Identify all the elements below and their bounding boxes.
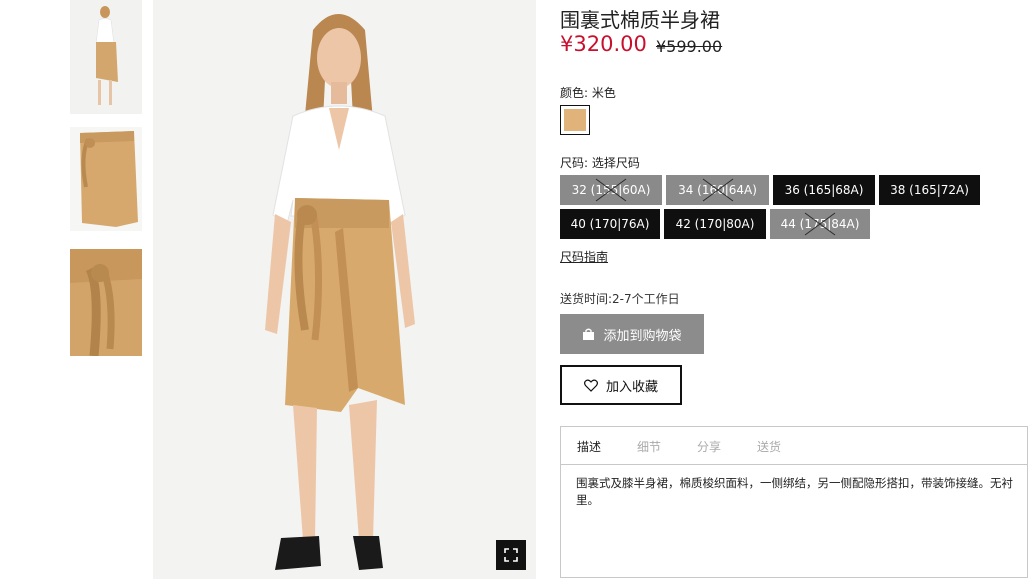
- size-label: 尺码: 选择尺码: [560, 156, 640, 170]
- thumbnail-model[interactable]: [70, 0, 142, 114]
- size-option-38[interactable]: 38 (165|72A): [879, 175, 980, 205]
- tab-bar: 描述 细节 分享 送货: [561, 427, 1027, 465]
- delivery-time: 送货时间:2-7个工作日: [560, 292, 680, 306]
- add-to-favorites-label: 加入收藏: [605, 379, 658, 395]
- fullscreen-button[interactable]: [496, 540, 526, 570]
- size-option-42[interactable]: 42 (170|80A): [664, 209, 766, 239]
- product-description: 围裏式及膝半身裙，棉质梭织面料，一侧绑结，另一侧配隐形搭扣，带装饰接缝。无衬里。: [576, 476, 1013, 507]
- size-guide-link[interactable]: 尺码指南: [560, 248, 608, 265]
- thumbnail-skirt-flat[interactable]: [70, 127, 142, 231]
- model-image: [70, 0, 142, 114]
- tab-description[interactable]: 描述: [577, 438, 601, 455]
- size-option-34[interactable]: 34 (160|64A): [666, 175, 769, 205]
- size-option-44[interactable]: 44 (175|84A): [770, 209, 870, 239]
- thumbnail-skirt-detail[interactable]: [70, 249, 142, 356]
- model-wearing-skirt-image: [153, 0, 536, 579]
- main-product-image[interactable]: [153, 0, 536, 579]
- swatch-fill: [564, 109, 586, 131]
- size-option-label: 40 (170|76A): [570, 217, 650, 231]
- shopping-bag-icon: [583, 328, 595, 340]
- color-swatch-beige[interactable]: [560, 105, 590, 135]
- tab-details[interactable]: 细节: [637, 438, 661, 455]
- size-option-label: 36 (165|68A): [784, 183, 864, 197]
- product-title: 围裏式棉质半身裙: [560, 8, 720, 32]
- original-price: ¥599.00: [656, 37, 723, 56]
- add-to-bag-label: 添加到购物袋: [603, 328, 682, 344]
- size-option-label: 32 (155|60A): [571, 183, 651, 197]
- tab-delivery[interactable]: 送货: [757, 438, 781, 455]
- size-option-label: 42 (170|80A): [675, 217, 755, 231]
- add-to-bag-button[interactable]: 添加到购物袋: [560, 314, 704, 354]
- size-option-36[interactable]: 36 (165|68A): [773, 175, 875, 205]
- expand-icon: [504, 548, 518, 562]
- skirt-flat-image: [70, 127, 142, 231]
- color-label: 颜色: 米色: [560, 86, 616, 100]
- size-option-label: 44 (175|84A): [780, 217, 860, 231]
- size-option-40[interactable]: 40 (170|76A): [560, 209, 660, 239]
- sale-price: ¥320.00: [560, 32, 647, 56]
- tab-share[interactable]: 分享: [697, 438, 721, 455]
- size-option-32[interactable]: 32 (155|60A): [560, 175, 662, 205]
- add-to-favorites-button[interactable]: 加入收藏: [560, 365, 682, 405]
- product-details-tabs: 描述 细节 分享 送货 围裏式及膝半身裙，棉质梭织面料，一侧绑结，另一侧配隐形搭…: [560, 426, 1028, 578]
- heart-icon: [584, 378, 598, 392]
- skirt-detail-image: [70, 249, 142, 356]
- size-option-label: 38 (165|72A): [890, 183, 969, 197]
- size-option-label: 34 (160|64A): [678, 183, 757, 197]
